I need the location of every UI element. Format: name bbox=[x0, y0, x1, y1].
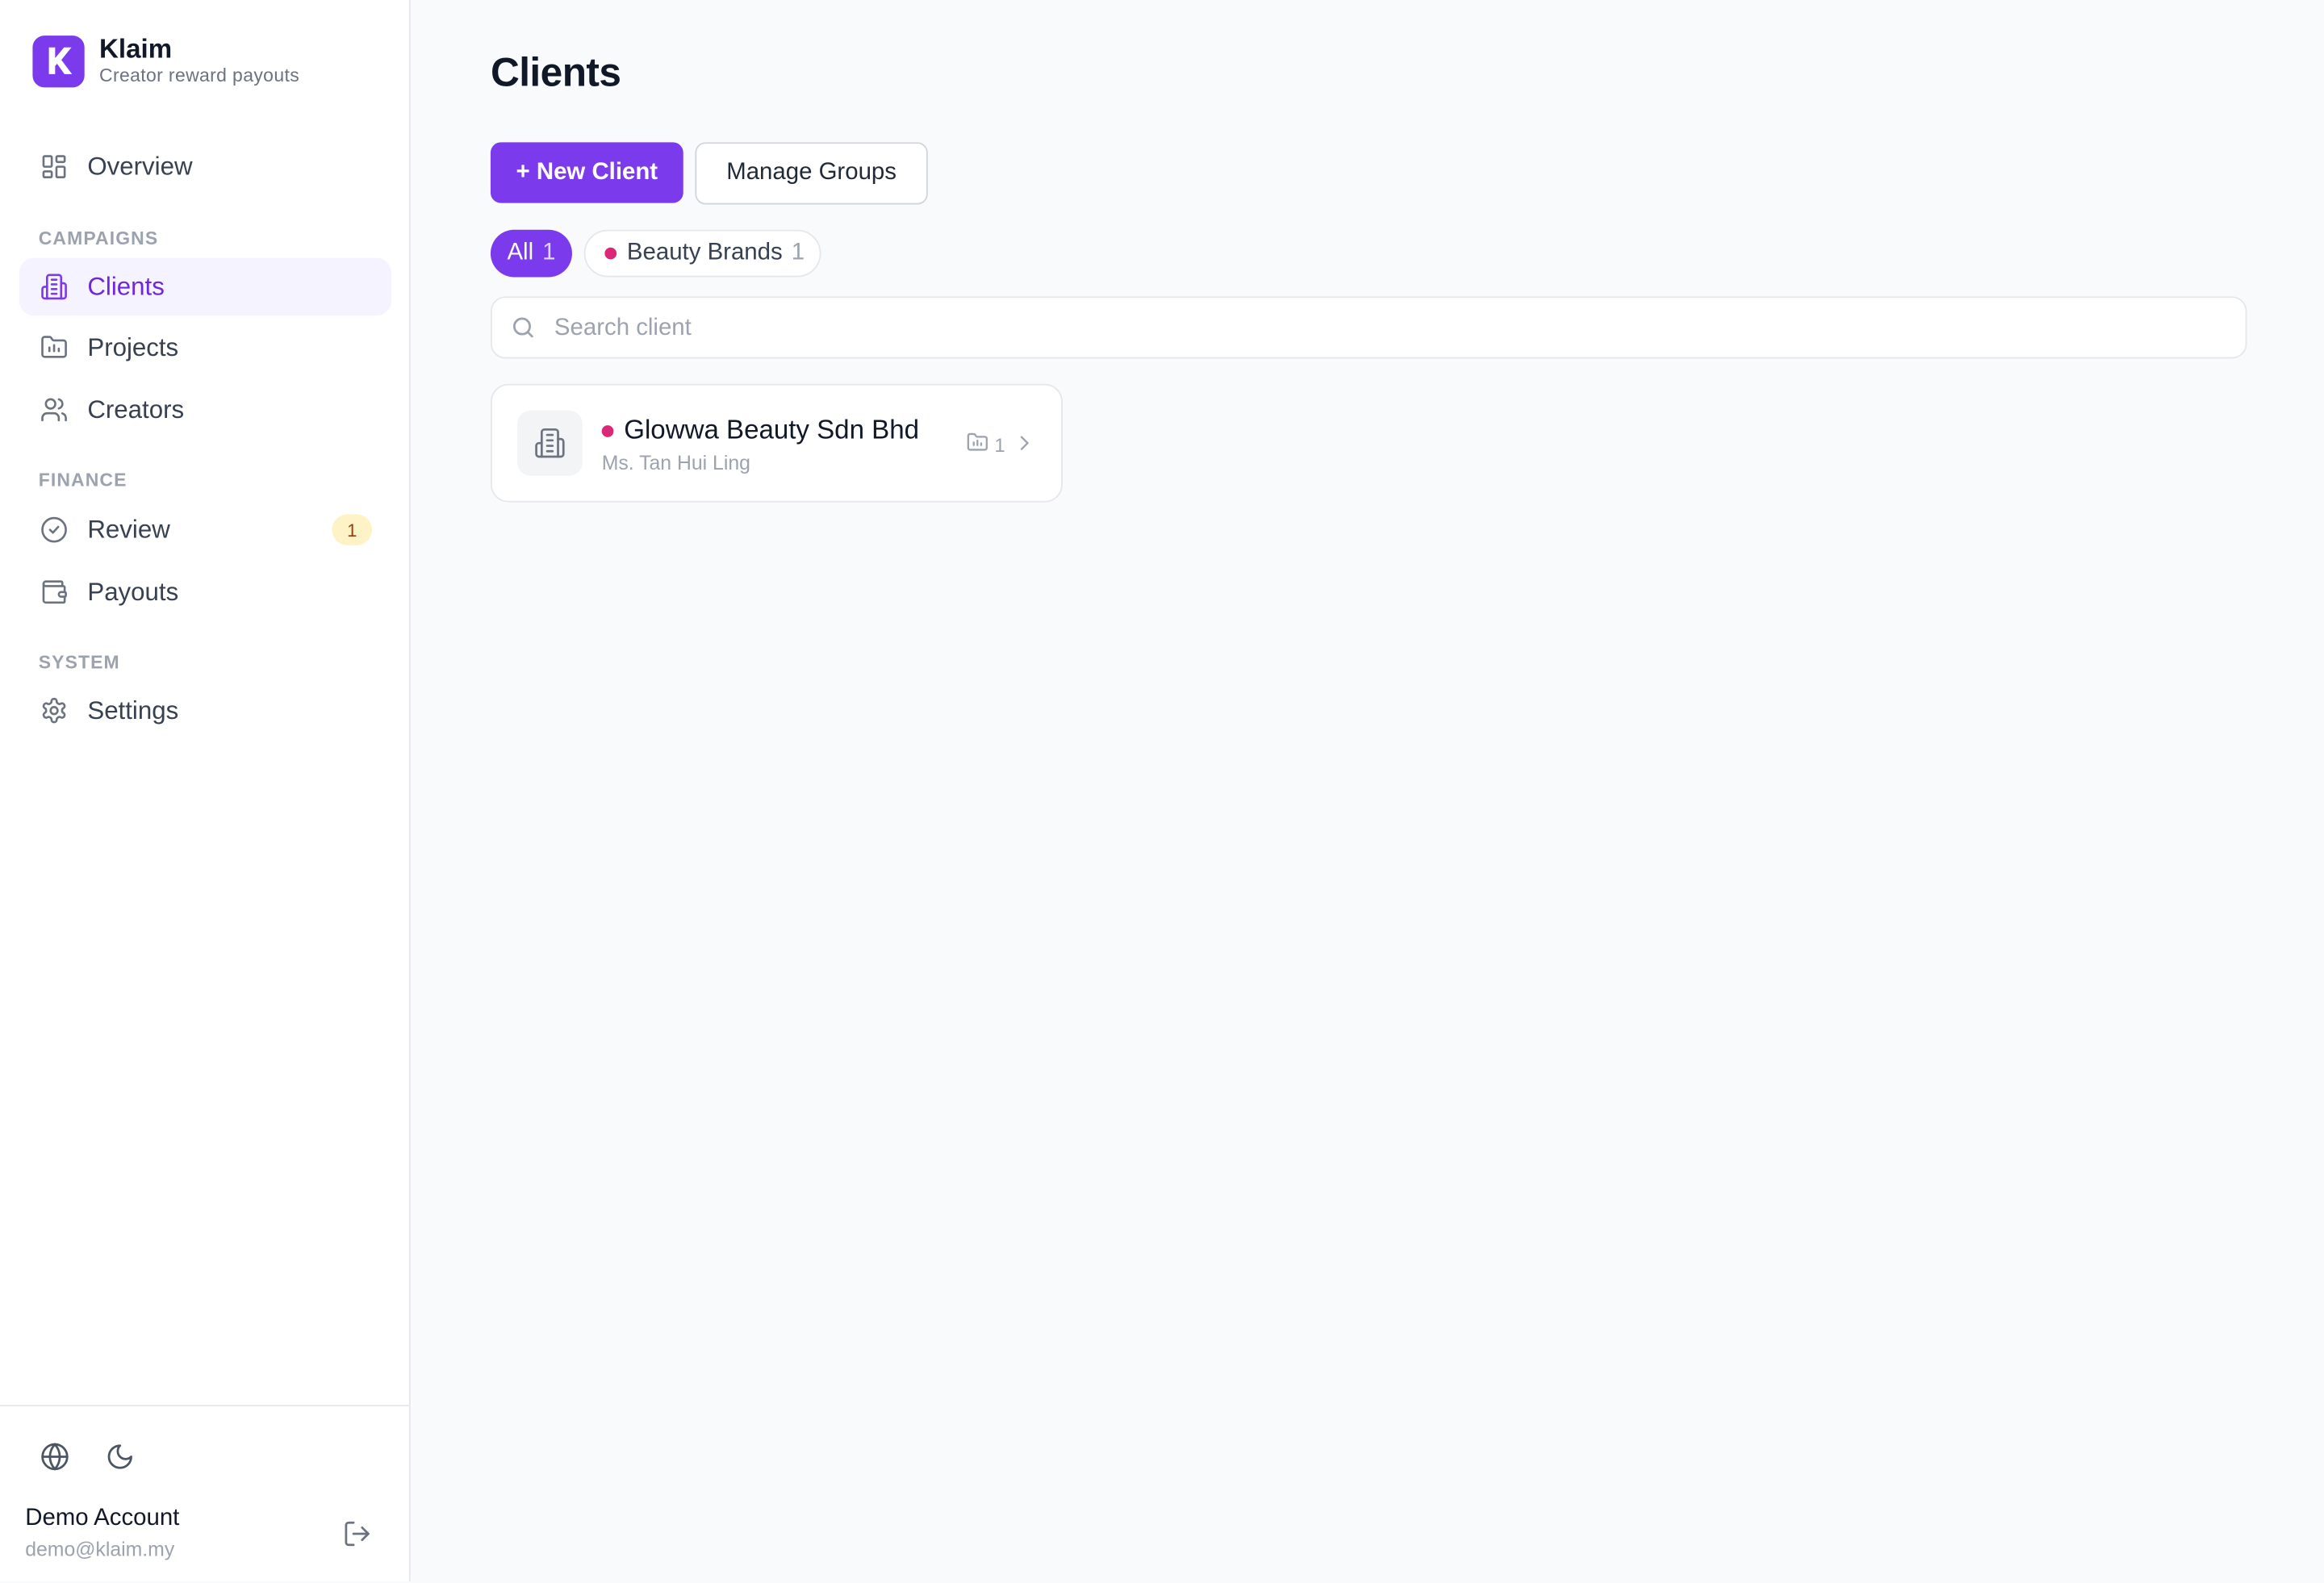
chevron-right-icon bbox=[1014, 431, 1035, 462]
sidebar-item-projects[interactable]: Projects bbox=[19, 319, 391, 377]
folder-icon bbox=[967, 431, 989, 457]
moon-icon[interactable] bbox=[104, 1440, 136, 1472]
client-name: Glowwa Beauty Sdn Bhd bbox=[624, 415, 919, 445]
wallet-icon bbox=[39, 577, 69, 607]
brand-name: Klaim bbox=[99, 34, 173, 64]
building-icon bbox=[517, 410, 583, 476]
sidebar-item-label: Review bbox=[87, 515, 170, 544]
sidebar-item-label: Payouts bbox=[87, 577, 179, 606]
sidebar-item-label: Clients bbox=[87, 272, 165, 300]
main-content: Clients + New Client Manage Groups All 1… bbox=[412, 0, 2324, 1581]
sidebar-item-label: Creators bbox=[87, 395, 185, 424]
filter-chip-count: 1 bbox=[791, 240, 805, 265]
filter-chip-all[interactable]: All 1 bbox=[490, 229, 572, 278]
sidebar: Klaim Creator reward payouts Overview CA… bbox=[0, 0, 411, 1581]
sidebar-item-creators[interactable]: Creators bbox=[19, 381, 391, 439]
section-finance-title: FINANCE bbox=[38, 470, 127, 491]
sidebar-footer: Demo Account demo@klaim.my bbox=[0, 1405, 409, 1582]
search-input[interactable] bbox=[551, 298, 2217, 361]
user-name: Demo Account bbox=[25, 1506, 180, 1531]
sidebar-item-clients[interactable]: Clients bbox=[19, 257, 391, 316]
folder-icon bbox=[39, 332, 69, 362]
client-contact: Ms. Tan Hui Ling bbox=[601, 452, 750, 474]
section-campaigns-title: CAMPAIGNS bbox=[38, 228, 159, 249]
group-color-dot bbox=[601, 424, 614, 436]
sidebar-item-label: Projects bbox=[87, 332, 179, 361]
sidebar-item-review[interactable]: Review 1 bbox=[19, 501, 391, 559]
users-icon bbox=[39, 395, 69, 424]
user-email: demo@klaim.my bbox=[25, 1538, 175, 1561]
search-icon bbox=[510, 314, 537, 348]
client-card[interactable]: Glowwa Beauty Sdn Bhd Ms. Tan Hui Ling 1 bbox=[490, 383, 1063, 503]
building-icon bbox=[39, 272, 69, 302]
gear-icon bbox=[39, 695, 69, 725]
sidebar-item-settings[interactable]: Settings bbox=[19, 682, 391, 740]
filter-chip-label: All bbox=[507, 240, 534, 265]
filter-chip-label: Beauty Brands bbox=[626, 240, 783, 265]
section-system-title: SYSTEM bbox=[38, 652, 120, 673]
sidebar-item-payouts[interactable]: Payouts bbox=[19, 563, 391, 621]
logout-icon[interactable] bbox=[341, 1518, 373, 1550]
brand-tagline: Creator reward payouts bbox=[99, 65, 300, 86]
sidebar-item-label: Settings bbox=[87, 695, 179, 725]
brand[interactable]: Klaim Creator reward payouts bbox=[32, 34, 299, 87]
filter-chip-beauty-brands[interactable]: Beauty Brands 1 bbox=[583, 229, 821, 278]
search-box bbox=[490, 296, 2247, 361]
sidebar-item-overview[interactable]: Overview bbox=[19, 138, 391, 196]
sidebar-item-label: Overview bbox=[87, 152, 193, 181]
manage-groups-button[interactable]: Manage Groups bbox=[695, 142, 928, 205]
project-count-value: 1 bbox=[994, 433, 1005, 456]
page-title: Clients bbox=[490, 50, 621, 95]
group-color-dot bbox=[604, 247, 617, 260]
grid-icon bbox=[39, 152, 69, 182]
klaim-logo-icon bbox=[32, 35, 85, 87]
new-client-button[interactable]: + New Client bbox=[490, 142, 683, 203]
project-count: 1 bbox=[967, 431, 1005, 457]
review-count-badge: 1 bbox=[332, 514, 373, 545]
filter-chip-count: 1 bbox=[542, 240, 556, 265]
globe-icon[interactable] bbox=[39, 1440, 71, 1472]
check-circle-icon bbox=[39, 515, 69, 545]
